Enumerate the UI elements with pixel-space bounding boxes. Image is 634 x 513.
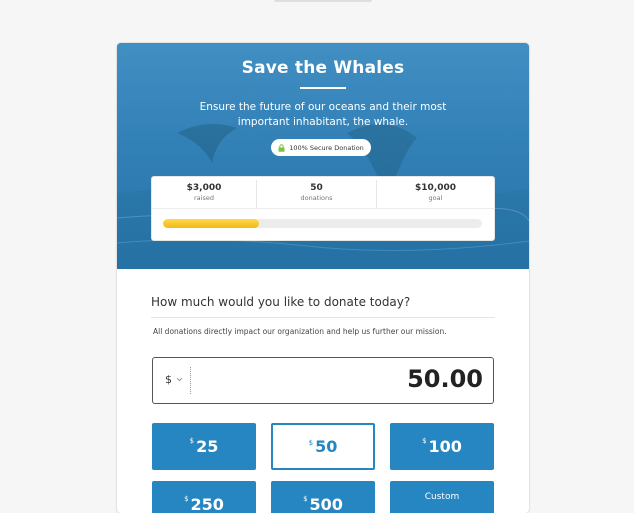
progress-fill bbox=[163, 219, 259, 228]
donation-question: How much would you like to donate today? bbox=[151, 295, 411, 309]
amount-input[interactable]: $ 50.00 bbox=[152, 357, 494, 404]
donations-label: donations bbox=[300, 194, 333, 202]
preset-amount: 50 bbox=[315, 437, 338, 456]
preset-button-500[interactable]: $ 500 bbox=[271, 481, 375, 513]
preset-amount: 500 bbox=[309, 495, 343, 513]
custom-label: Custom bbox=[424, 492, 460, 502]
stat-raised: $3,000 raised bbox=[152, 177, 256, 208]
preset-amount: 100 bbox=[428, 437, 462, 456]
preset-amount: 25 bbox=[196, 437, 219, 456]
donations-value: 50 bbox=[310, 183, 323, 193]
title-divider bbox=[300, 87, 346, 89]
raised-value: $3,000 bbox=[186, 183, 222, 193]
preset-currency: $ bbox=[422, 437, 427, 445]
hero-description: Ensure the future of our oceans and thei… bbox=[199, 101, 447, 128]
preset-button-250[interactable]: $ 250 bbox=[152, 481, 256, 513]
progress-bar bbox=[163, 219, 482, 228]
top-tab bbox=[274, 0, 372, 2]
question-divider bbox=[151, 317, 495, 318]
preset-button-50[interactable]: $ 50 bbox=[271, 423, 375, 470]
preset-currency: $ bbox=[184, 495, 189, 503]
goal-label: goal bbox=[428, 194, 443, 202]
custom-amount-button[interactable]: Custom bbox=[390, 481, 494, 513]
secure-label: 100% Secure Donation bbox=[289, 143, 364, 152]
preset-currency: $ bbox=[303, 495, 308, 503]
currency-selector[interactable]: $ bbox=[165, 373, 183, 386]
stat-goal: $10,000 goal bbox=[377, 177, 494, 208]
donation-note: All donations directly impact our organi… bbox=[153, 327, 447, 336]
hero-banner: Save the Whales Ensure the future of our… bbox=[117, 43, 529, 269]
preset-currency: $ bbox=[308, 439, 314, 447]
stats-panel: $3,000 raised 50 donations $10,000 goal bbox=[151, 176, 495, 241]
currency-symbol: $ bbox=[165, 373, 172, 386]
chevron-down-icon bbox=[176, 377, 183, 382]
lock-icon bbox=[278, 143, 285, 152]
preset-amount: 250 bbox=[190, 495, 224, 513]
stats-divider bbox=[152, 208, 494, 209]
donation-card: Save the Whales Ensure the future of our… bbox=[117, 43, 529, 513]
preset-currency: $ bbox=[189, 437, 195, 445]
preset-button-100[interactable]: $ 100 bbox=[390, 423, 494, 470]
page-title: Save the Whales bbox=[241, 58, 405, 78]
stat-donations: 50 donations bbox=[257, 177, 376, 208]
raised-label: raised bbox=[194, 194, 214, 202]
goal-value: $10,000 bbox=[415, 183, 456, 193]
amount-value[interactable]: 50.00 bbox=[407, 365, 483, 393]
preset-button-25[interactable]: $ 25 bbox=[152, 423, 256, 470]
currency-divider bbox=[190, 367, 191, 394]
secure-badge: 100% Secure Donation bbox=[271, 139, 371, 156]
